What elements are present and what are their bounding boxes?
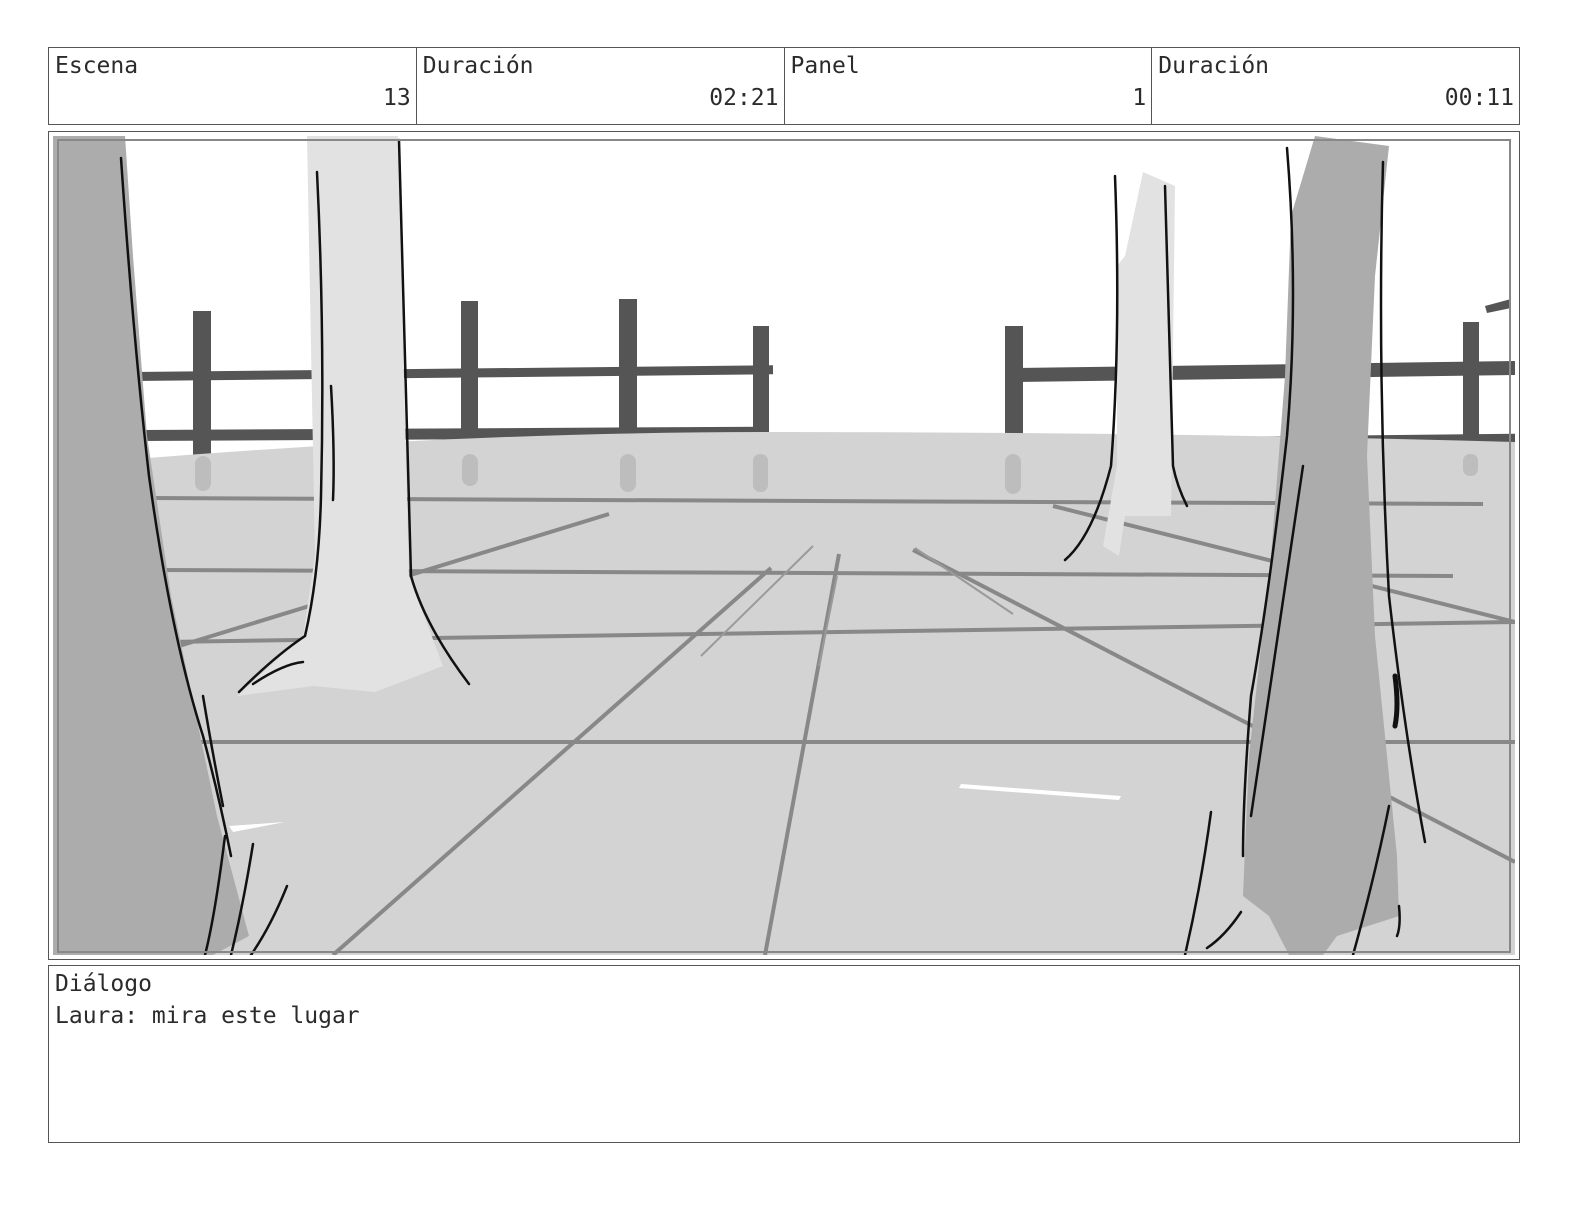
panel-label: Panel [790, 53, 860, 79]
panel-cell: Panel 1 [785, 48, 1153, 124]
dialog-box: Diálogo Laura: mira este lugar [48, 965, 1520, 1143]
scene-duration-value: 02:21 [709, 85, 779, 111]
dialog-label: Diálogo [55, 971, 152, 997]
panel-header: Escena 13 Duración 02:21 Panel 1 Duració… [48, 47, 1520, 125]
scene-duration-label: Duración [422, 53, 534, 79]
panel-value: 1 [1132, 85, 1147, 111]
scene-label: Escena [55, 53, 139, 79]
panel-duration-value: 00:11 [1444, 85, 1514, 111]
storyboard-frame [48, 131, 1520, 960]
scene-cell: Escena 13 [49, 48, 417, 124]
scene-duration-cell: Duración 02:21 [417, 48, 785, 124]
panel-duration-label: Duración [1158, 53, 1270, 79]
dialog-text: Laura: mira este lugar [55, 1003, 360, 1029]
scene-value: 13 [383, 85, 411, 111]
storyboard-sketch [53, 136, 1515, 955]
panel-duration-cell: Duración 00:11 [1152, 48, 1519, 124]
